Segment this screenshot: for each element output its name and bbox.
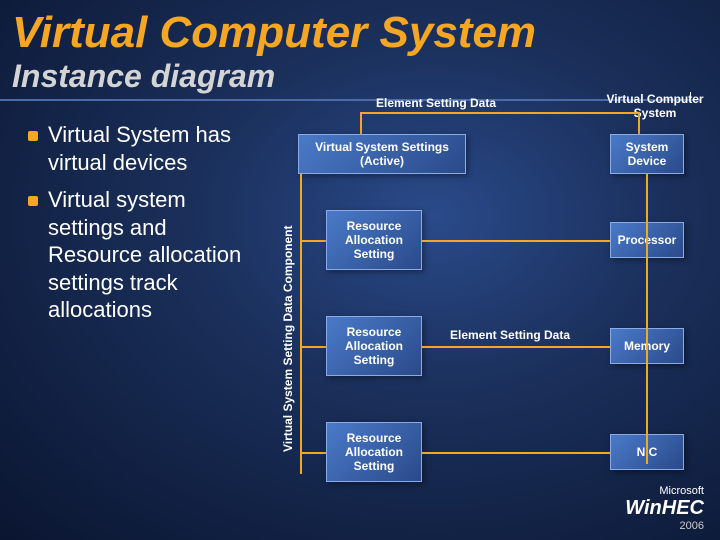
box-system-device: System Device	[610, 134, 684, 174]
box-vss: Virtual System Settings (Active)	[298, 134, 466, 174]
box-ras-2: Resource Allocation Setting	[326, 316, 422, 376]
list-item: Virtual system settings and Resource all…	[28, 186, 247, 324]
label-vertical: Virtual System Setting Data Component	[281, 212, 295, 452]
footer-logo: Microsoft WinHEC 2006	[625, 485, 704, 532]
page-subtitle: Instance diagram	[0, 58, 700, 101]
footer-company: Microsoft	[659, 485, 704, 497]
list-item: Virtual System has virtual devices	[28, 121, 247, 176]
label-element-setting-mid: Element Setting Data	[450, 328, 570, 342]
box-ras-1: Resource Allocation Setting	[326, 210, 422, 270]
diagram-area: Element Setting Data Virtual Computer Sy…	[260, 100, 715, 520]
footer-year: 2006	[680, 520, 704, 532]
label-element-setting-top: Element Setting Data	[376, 96, 496, 110]
footer-brand: WinHEC	[625, 497, 704, 520]
bullet-panel: Virtual System has virtual devices Virtu…	[0, 101, 255, 334]
page-title: Virtual Computer System	[0, 0, 720, 58]
box-ras-3: Resource Allocation Setting	[326, 422, 422, 482]
label-vcs: Virtual Computer System	[600, 92, 710, 120]
